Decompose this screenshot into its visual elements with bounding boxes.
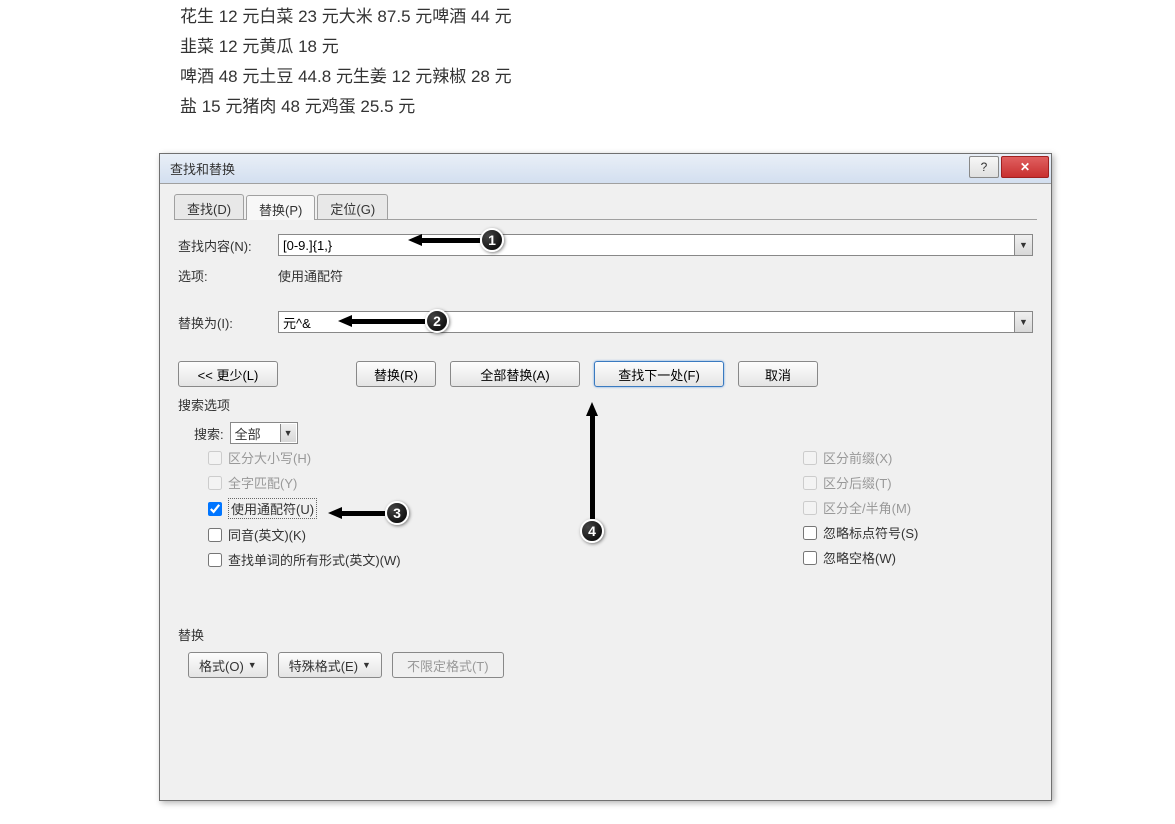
chevron-down-icon: ▼ bbox=[280, 424, 296, 442]
replace-section-header: 替换 bbox=[178, 625, 1033, 644]
options-label: 选项: bbox=[178, 266, 278, 285]
tab-replace[interactable]: 替换(P) bbox=[246, 195, 315, 220]
replace-all-button[interactable]: 全部替换(A) bbox=[450, 361, 580, 387]
close-icon: ✕ bbox=[1020, 160, 1030, 174]
checkbox-match-case: 区分大小写(H) bbox=[208, 448, 773, 467]
help-icon: ? bbox=[981, 160, 988, 174]
arrow-head-icon bbox=[408, 234, 422, 246]
document-text: 花生 12 元白菜 23 元大米 87.5 元啤酒 44 元 韭菜 12 元黄瓜… bbox=[180, 2, 512, 122]
find-replace-dialog: 查找和替换 ? ✕ 查找(D) 替换(P) 定位(G) 查找内容(N): ▼ 选… bbox=[159, 153, 1052, 801]
chevron-down-icon: ▼ bbox=[248, 660, 257, 670]
doc-line: 啤酒 48 元土豆 44.8 元生姜 12 元辣椒 28 元 bbox=[180, 62, 512, 92]
cancel-button[interactable]: 取消 bbox=[738, 361, 818, 387]
format-button[interactable]: 格式(O)▼ bbox=[188, 652, 268, 678]
doc-line: 盐 15 元猪肉 48 元鸡蛋 25.5 元 bbox=[180, 92, 512, 122]
chevron-down-icon: ▼ bbox=[362, 660, 371, 670]
replace-dropdown-arrow[interactable]: ▼ bbox=[1014, 312, 1032, 332]
doc-line: 韭菜 12 元黄瓜 18 元 bbox=[180, 32, 512, 62]
dialog-body: 查找(D) 替换(P) 定位(G) 查找内容(N): ▼ 选项: 使用通配符 替… bbox=[160, 184, 1051, 800]
tab-find[interactable]: 查找(D) bbox=[174, 194, 244, 219]
checkbox-sounds-like[interactable]: 同音(英文)(K) bbox=[208, 525, 773, 544]
callout-badge-4: 4 bbox=[580, 519, 604, 543]
checkbox-wildcards[interactable]: 使用通配符(U) bbox=[208, 498, 773, 519]
replace-button[interactable]: 替换(R) bbox=[356, 361, 436, 387]
tab-goto[interactable]: 定位(G) bbox=[317, 194, 388, 219]
dialog-titlebar[interactable]: 查找和替换 ? ✕ bbox=[160, 154, 1051, 184]
callout-badge-1: 1 bbox=[480, 228, 504, 252]
callout-arrow bbox=[340, 511, 385, 516]
checkbox-word-forms[interactable]: 查找单词的所有形式(英文)(W) bbox=[208, 550, 773, 569]
tabstrip: 查找(D) 替换(P) 定位(G) bbox=[174, 194, 1037, 220]
find-input[interactable] bbox=[278, 234, 1033, 256]
find-next-button[interactable]: 查找下一处(F) bbox=[594, 361, 724, 387]
callout-arrow bbox=[420, 238, 480, 243]
dialog-title: 查找和替换 bbox=[170, 159, 969, 178]
checkbox-whitespace[interactable]: 忽略空格(W) bbox=[803, 548, 1033, 567]
search-direction-value: 全部 bbox=[235, 424, 261, 443]
callout-arrow bbox=[590, 414, 595, 519]
arrow-head-icon bbox=[586, 402, 598, 416]
callout-badge-2: 2 bbox=[425, 309, 449, 333]
search-options-header: 搜索选项 bbox=[178, 395, 1033, 414]
arrow-head-icon bbox=[328, 507, 342, 519]
find-label: 查找内容(N): bbox=[178, 236, 278, 255]
checkbox-full-half: 区分全/半角(M) bbox=[803, 498, 1033, 517]
less-button[interactable]: << 更少(L) bbox=[178, 361, 278, 387]
options-value: 使用通配符 bbox=[278, 266, 343, 285]
replace-label: 替换为(I): bbox=[178, 313, 278, 332]
callout-arrow bbox=[350, 319, 425, 324]
search-label: 搜索: bbox=[194, 424, 224, 443]
doc-line: 花生 12 元白菜 23 元大米 87.5 元啤酒 44 元 bbox=[180, 2, 512, 32]
find-dropdown-arrow[interactable]: ▼ bbox=[1014, 235, 1032, 255]
checkbox-suffix: 区分后缀(T) bbox=[803, 473, 1033, 492]
callout-badge-3: 3 bbox=[385, 501, 409, 525]
arrow-head-icon bbox=[338, 315, 352, 327]
help-button[interactable]: ? bbox=[969, 156, 999, 178]
search-direction-select[interactable]: 全部 ▼ bbox=[230, 422, 298, 444]
checkbox-prefix: 区分前缀(X) bbox=[803, 448, 1033, 467]
checkbox-punctuation[interactable]: 忽略标点符号(S) bbox=[803, 523, 1033, 542]
close-button[interactable]: ✕ bbox=[1001, 156, 1049, 178]
special-format-button[interactable]: 特殊格式(E)▼ bbox=[278, 652, 382, 678]
no-format-button: 不限定格式(T) bbox=[392, 652, 504, 678]
checkbox-whole-word: 全字匹配(Y) bbox=[208, 473, 773, 492]
